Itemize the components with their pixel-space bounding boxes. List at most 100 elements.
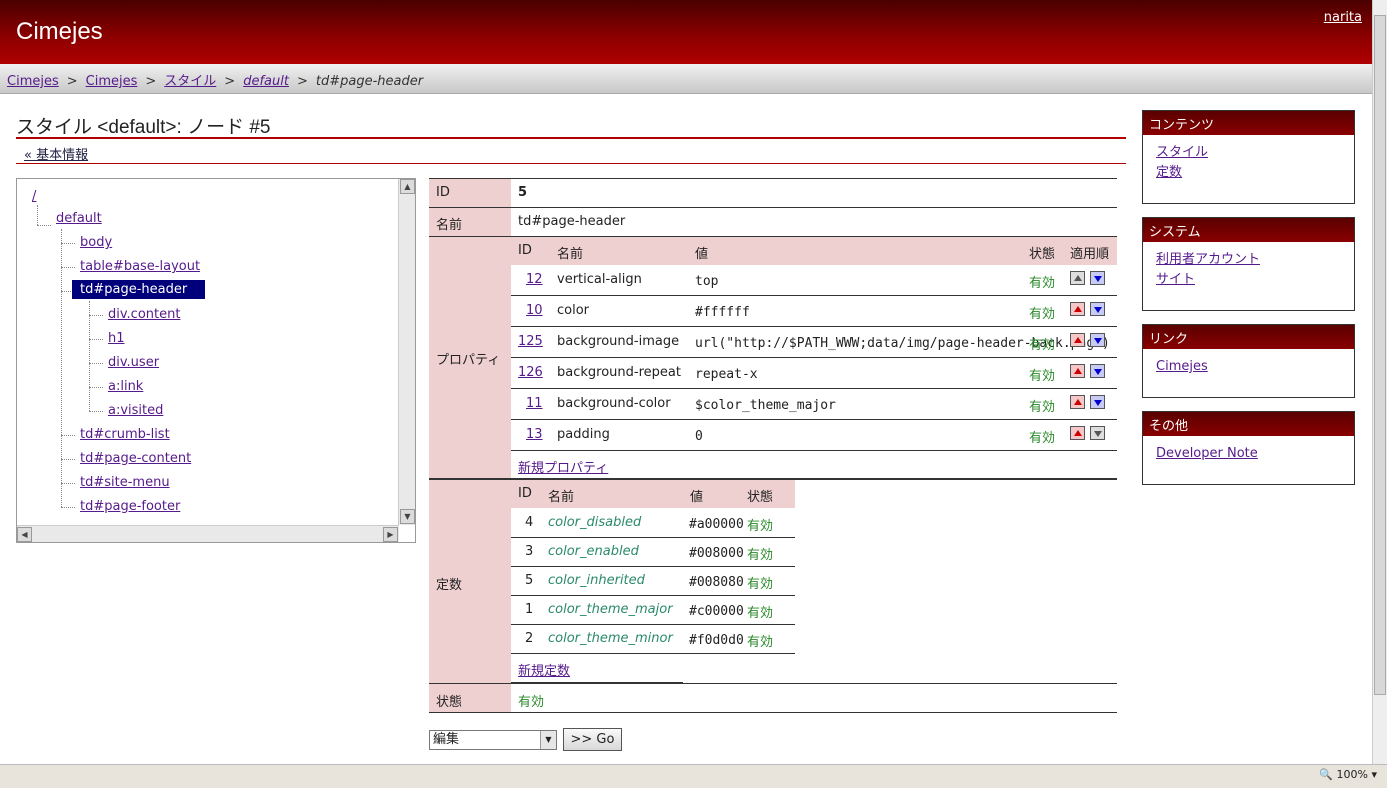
status-bar: 🔍 100% ▾ <box>0 764 1387 788</box>
tree-line <box>37 225 51 226</box>
back-link[interactable]: « 基本情報 <box>24 144 88 163</box>
move-down-icon <box>1090 426 1105 440</box>
move-up-icon <box>1070 271 1085 285</box>
move-up-icon[interactable] <box>1070 302 1085 316</box>
tree-line <box>61 507 75 508</box>
sidebar-title: その他 <box>1143 412 1354 436</box>
constants-label: 定数 <box>429 480 511 683</box>
tree-line <box>61 243 75 244</box>
property-name: background-color <box>557 396 671 411</box>
node-tree[interactable]: / default body table#base-layout td#page… <box>16 178 416 543</box>
property-status: 有効 <box>1029 307 1056 322</box>
tree-node[interactable]: a:link <box>108 379 143 394</box>
scrollbar-thumb[interactable] <box>1374 15 1386 695</box>
col-value: 値 <box>690 490 704 505</box>
tree-node-selected[interactable]: td#page-header <box>72 280 206 299</box>
sidebar-link[interactable]: Developer Note <box>1156 444 1341 464</box>
id-value: 5 <box>518 185 528 200</box>
scroll-left-icon[interactable]: ◀ <box>17 527 32 542</box>
move-down-icon[interactable] <box>1090 271 1105 285</box>
tree-node[interactable]: h1 <box>108 331 125 346</box>
tree-node[interactable]: body <box>80 235 112 250</box>
go-button[interactable]: >> Go <box>563 728 622 751</box>
crumb-current: td#page-header <box>315 74 424 89</box>
property-id-link[interactable]: 126 <box>518 365 543 380</box>
tree-node[interactable]: / <box>32 189 36 204</box>
window-scrollbar[interactable] <box>1372 0 1387 764</box>
move-up-icon[interactable] <box>1070 333 1085 347</box>
tree-horizontal-scrollbar[interactable]: ◀ ▶ <box>17 525 399 542</box>
sidebar-contents: コンテンツ スタイル 定数 <box>1142 110 1355 204</box>
property-id-link[interactable]: 10 <box>526 303 543 318</box>
sidebar-title: リンク <box>1143 325 1354 349</box>
constant-value: #f0d0d0 <box>689 633 744 648</box>
constant-value: #c00000 <box>689 604 744 619</box>
tree-vertical-scrollbar[interactable]: ▲ ▼ <box>398 179 415 525</box>
constants-row: 定数 ID 名前 値 状態 4 color_disabled #a00000 有… <box>429 480 1117 684</box>
tree-node[interactable]: div.content <box>108 307 180 322</box>
property-status: 有効 <box>1029 369 1056 384</box>
sidebar-link[interactable]: サイト <box>1156 270 1341 290</box>
tree-node[interactable]: td#page-content <box>80 451 191 466</box>
move-up-icon[interactable] <box>1070 395 1085 409</box>
property-value: $color_theme_major <box>695 398 836 413</box>
new-property-link[interactable]: 新規プロパティ <box>518 457 608 476</box>
move-down-icon[interactable] <box>1090 302 1105 316</box>
scroll-down-icon[interactable]: ▼ <box>400 509 415 524</box>
crumb-link[interactable]: スタイル <box>164 74 216 89</box>
move-down-icon[interactable] <box>1090 364 1105 378</box>
tree-node[interactable]: td#page-footer <box>80 499 180 514</box>
property-value: top <box>695 274 719 289</box>
crumb-link[interactable]: default <box>243 74 289 89</box>
crumb-link[interactable]: Cimejes <box>86 74 138 89</box>
move-up-icon[interactable] <box>1070 426 1085 440</box>
action-select[interactable]: 編集 ▼ <box>429 730 557 750</box>
zoom-control[interactable]: 🔍 100% ▾ <box>1319 768 1377 781</box>
title-divider <box>16 137 1126 139</box>
constant-id: 4 <box>525 515 534 530</box>
property-id-link[interactable]: 12 <box>526 272 543 287</box>
move-up-icon[interactable] <box>1070 364 1085 378</box>
property-id-link[interactable]: 11 <box>526 396 543 411</box>
sidebar-link[interactable]: Cimejes <box>1156 357 1341 377</box>
crumb-link[interactable]: Cimejes <box>7 74 59 89</box>
constant-name: color_theme_major <box>548 602 673 617</box>
new-constant-link[interactable]: 新規定数 <box>518 660 570 679</box>
sidebar-system: システム 利用者アカウント サイト <box>1142 217 1355 311</box>
constant-name: color_disabled <box>548 515 642 530</box>
tree-node[interactable]: default <box>56 211 102 226</box>
move-down-icon[interactable] <box>1090 333 1105 347</box>
crumb-separator: > <box>296 74 308 89</box>
row-divider <box>511 682 683 683</box>
tree-line <box>89 301 90 411</box>
tree-node[interactable]: td#site-menu <box>80 475 170 490</box>
sidebar-title: システム <box>1143 218 1354 242</box>
sidebar-link[interactable]: 定数 <box>1156 163 1341 183</box>
scroll-right-icon[interactable]: ▶ <box>383 527 398 542</box>
row-divider <box>511 450 1117 451</box>
property-name: background-image <box>557 334 680 349</box>
move-down-icon[interactable] <box>1090 395 1105 409</box>
tree-node[interactable]: table#base-layout <box>80 259 200 274</box>
property-id-link[interactable]: 13 <box>526 427 543 442</box>
row-divider <box>511 357 1117 358</box>
constant-status: 有効 <box>747 606 774 621</box>
chevron-down-icon[interactable]: ▼ <box>540 731 556 749</box>
constant-name: color_enabled <box>548 544 639 559</box>
sidebar-link[interactable]: スタイル <box>1156 143 1341 163</box>
sidebar-link[interactable]: 利用者アカウント <box>1156 250 1341 270</box>
page-title: スタイル <default>: ノード #5 <box>16 117 271 138</box>
property-name: padding <box>557 427 610 442</box>
tree-line <box>61 459 75 460</box>
user-link[interactable]: narita <box>1324 10 1362 25</box>
tree-node[interactable]: div.user <box>108 355 159 370</box>
magnifier-icon: 🔍 <box>1319 768 1334 781</box>
tree-line <box>61 291 71 292</box>
crumb-separator: > <box>224 74 236 89</box>
tree-node[interactable]: a:visited <box>108 403 163 418</box>
scroll-up-icon[interactable]: ▲ <box>400 179 415 194</box>
row-divider <box>511 624 795 625</box>
property-name: color <box>557 303 590 318</box>
property-id-link[interactable]: 125 <box>518 334 543 349</box>
tree-node[interactable]: td#crumb-list <box>80 427 170 442</box>
